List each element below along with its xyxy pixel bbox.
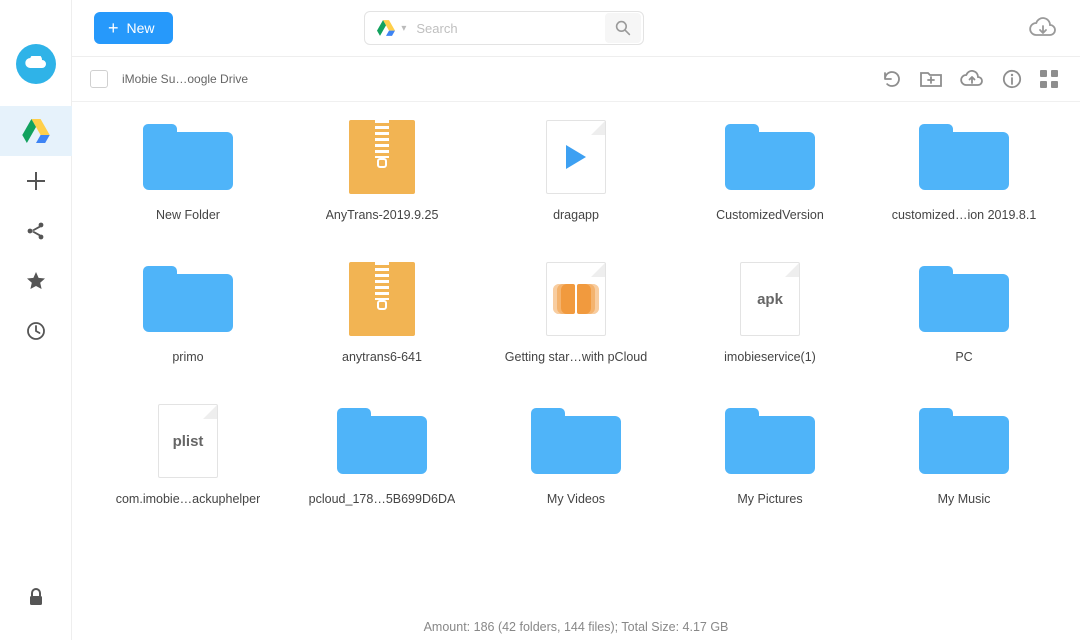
sidebar-item-favorites[interactable] bbox=[0, 256, 72, 306]
folder-icon bbox=[337, 404, 427, 478]
file-label: com.imobie…ackuphelper bbox=[116, 492, 261, 506]
file-item[interactable]: customized…ion 2019.8.1 bbox=[872, 120, 1056, 222]
file-item[interactable]: apk imobieservice(1) bbox=[678, 262, 862, 364]
file-label: pcloud_178…5B699D6DA bbox=[309, 492, 456, 506]
select-all-checkbox[interactable] bbox=[90, 70, 108, 88]
file-label: primo bbox=[172, 350, 203, 364]
file-label: customized…ion 2019.8.1 bbox=[892, 208, 1037, 222]
file-item[interactable]: My Videos bbox=[484, 404, 668, 506]
zip-icon bbox=[337, 262, 427, 336]
folder-icon bbox=[919, 404, 1009, 478]
file-label: New Folder bbox=[156, 208, 220, 222]
search-scope-gdrive[interactable]: ▾ bbox=[377, 20, 406, 36]
file-item[interactable]: New Folder bbox=[96, 120, 280, 222]
subbar-actions bbox=[882, 69, 1058, 89]
file-label: AnyTrans-2019.9.25 bbox=[326, 208, 439, 222]
folder-icon bbox=[919, 120, 1009, 194]
breadcrumb[interactable]: iMobie Su…oogle Drive bbox=[122, 72, 248, 86]
file-item[interactable]: My Music bbox=[872, 404, 1056, 506]
file-item[interactable]: primo bbox=[96, 262, 280, 364]
file-grid-container: New Folder AnyTrans-2019.9.25 dragapp Custo… bbox=[72, 102, 1080, 614]
sidebar-item-add[interactable] bbox=[0, 156, 72, 206]
folder-icon bbox=[143, 262, 233, 336]
search-button[interactable] bbox=[605, 13, 641, 43]
plus-icon: + bbox=[108, 19, 119, 37]
file-item[interactable]: dragapp bbox=[484, 120, 668, 222]
folder-icon bbox=[531, 404, 621, 478]
file-item[interactable]: PC bbox=[872, 262, 1056, 364]
topbar: + New ▾ bbox=[72, 0, 1080, 56]
file-item[interactable]: anytrans6-641 bbox=[290, 262, 474, 364]
file-label: Getting star…with pCloud bbox=[505, 350, 647, 364]
upload-button[interactable] bbox=[960, 70, 984, 88]
sidebar-item-lock[interactable] bbox=[0, 572, 72, 622]
file-label: CustomizedVersion bbox=[716, 208, 824, 222]
app-logo bbox=[16, 44, 56, 84]
file-item[interactable]: plist com.imobie…ackuphelper bbox=[96, 404, 280, 506]
new-button[interactable]: + New bbox=[94, 12, 173, 44]
sidebar-item-history[interactable] bbox=[0, 306, 72, 356]
folder-icon bbox=[143, 120, 233, 194]
file-label: dragapp bbox=[553, 208, 599, 222]
folder-icon bbox=[725, 120, 815, 194]
apk-icon: apk bbox=[725, 262, 815, 336]
view-grid-button[interactable] bbox=[1040, 70, 1058, 88]
file-grid: New Folder AnyTrans-2019.9.25 dragapp Custo… bbox=[96, 120, 1056, 506]
file-label: My Pictures bbox=[737, 492, 802, 506]
info-button[interactable] bbox=[1002, 69, 1022, 89]
sidebar bbox=[0, 0, 72, 640]
subbar: iMobie Su…oogle Drive bbox=[72, 56, 1080, 102]
file-label: My Music bbox=[938, 492, 991, 506]
file-label: My Videos bbox=[547, 492, 605, 506]
file-label: PC bbox=[955, 350, 972, 364]
book-icon bbox=[531, 262, 621, 336]
folder-icon bbox=[919, 262, 1009, 336]
refresh-button[interactable] bbox=[882, 69, 902, 89]
search-box: ▾ bbox=[364, 11, 644, 45]
file-label: anytrans6-641 bbox=[342, 350, 422, 364]
status-bar: Amount: 186 (42 folders, 144 files); Tot… bbox=[72, 614, 1080, 640]
new-button-label: New bbox=[127, 20, 155, 36]
zip-icon bbox=[337, 120, 427, 194]
chevron-down-icon: ▾ bbox=[401, 23, 406, 34]
file-item[interactable]: Getting star…with pCloud bbox=[484, 262, 668, 364]
status-text: Amount: 186 (42 folders, 144 files); Tot… bbox=[424, 620, 729, 634]
file-item[interactable]: pcloud_178…5B699D6DA bbox=[290, 404, 474, 506]
cloud-download-button[interactable] bbox=[1028, 17, 1058, 39]
plist-icon: plist bbox=[143, 404, 233, 478]
sidebar-item-gdrive[interactable] bbox=[0, 106, 72, 156]
file-item[interactable]: My Pictures bbox=[678, 404, 862, 506]
search-input[interactable] bbox=[416, 21, 605, 36]
new-folder-button[interactable] bbox=[920, 70, 942, 88]
folder-icon bbox=[725, 404, 815, 478]
file-item[interactable]: CustomizedVersion bbox=[678, 120, 862, 222]
file-label: imobieservice(1) bbox=[724, 350, 816, 364]
video-icon bbox=[531, 120, 621, 194]
sidebar-item-share[interactable] bbox=[0, 206, 72, 256]
file-item[interactable]: AnyTrans-2019.9.25 bbox=[290, 120, 474, 222]
